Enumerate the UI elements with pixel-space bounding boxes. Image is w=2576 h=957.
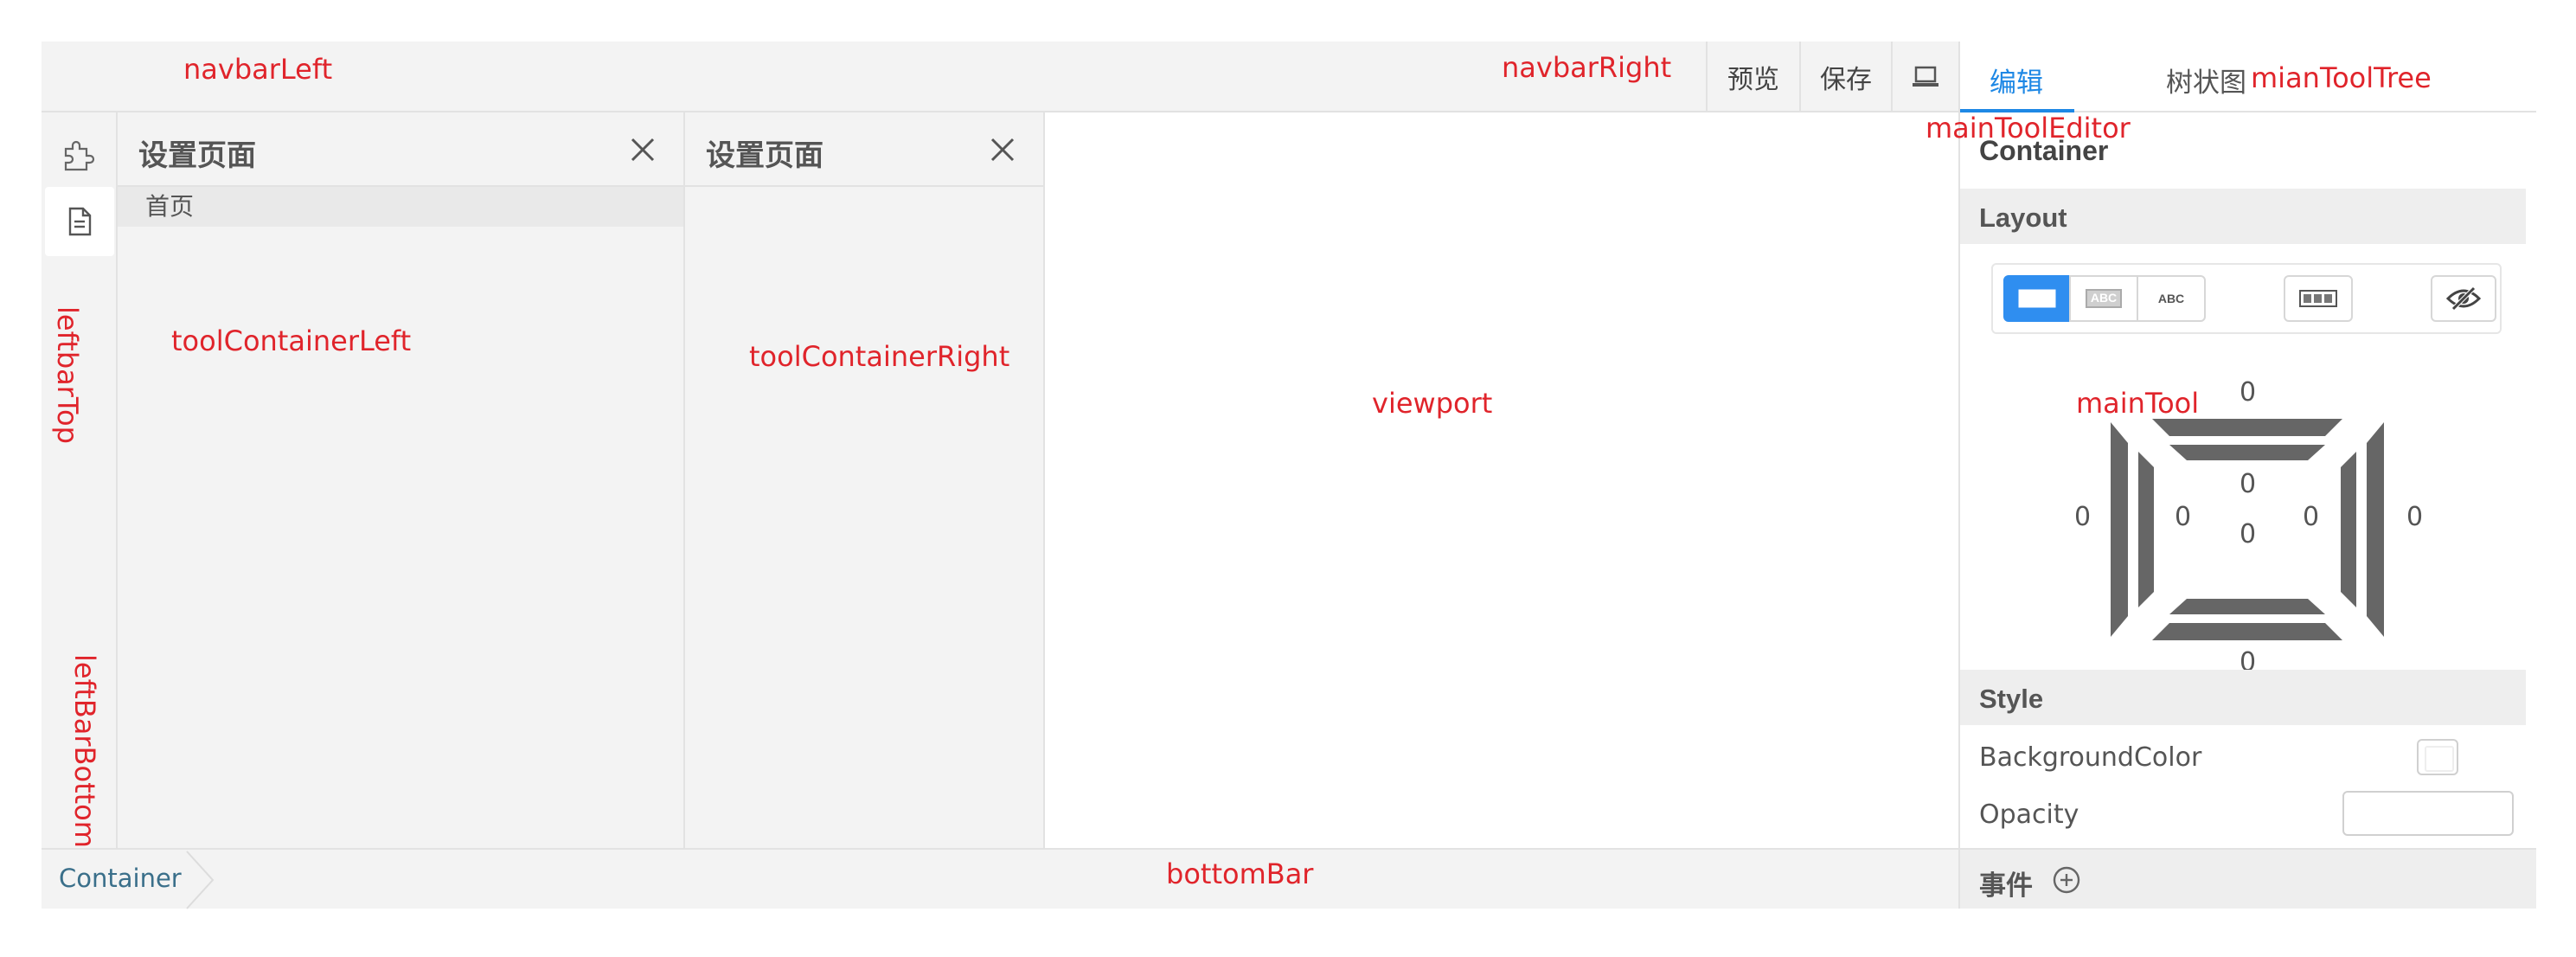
events-section-header: 事件 (1960, 848, 2536, 909)
editor-app: 预览 保存 设置页面 首页 设置页面 Container 编辑 树状图 Cont… (42, 42, 2536, 909)
background-color-picker[interactable] (2417, 739, 2458, 775)
style-section-label: Style (1979, 684, 2044, 714)
plugin-rail-button[interactable] (45, 118, 114, 187)
page-list-item[interactable]: 首页 (118, 187, 683, 227)
annotation-navbar-right: navbarRight (1502, 51, 1672, 84)
close-icon[interactable] (988, 135, 1017, 164)
annotation-leftbar-top: leftbarTop (51, 306, 84, 444)
annotation-leftbar-bottom: leftBarBottom (68, 654, 101, 848)
preview-button[interactable]: 预览 (1706, 42, 1799, 112)
padding-bottom-edge (2169, 599, 2325, 614)
events-label: 事件 (1979, 870, 2033, 902)
breadcrumb-separator-icon (186, 851, 215, 909)
annotation-main-tool-tree: mianToolTree (2251, 61, 2432, 94)
background-color-label: BackgroundColor (1979, 742, 2202, 773)
margin-top-input[interactable]: 0 (2240, 377, 2256, 408)
annotation-tool-container-left: toolContainerLeft (171, 324, 412, 357)
padding-bottom-input[interactable]: 0 (2240, 519, 2256, 549)
annotation-main-tool: mainTool (2076, 387, 2200, 420)
margin-right-edge (2367, 422, 2384, 637)
main-tool-panel: 编辑 树状图 Container Layout ABC ABC 0 0 0 0 … (1958, 42, 2536, 909)
margin-left-input[interactable]: 0 (2074, 502, 2091, 532)
annotation-tool-container-right: toolContainerRight (749, 340, 1010, 373)
add-event-icon[interactable] (2052, 865, 2081, 895)
padding-top-edge (2169, 445, 2325, 460)
padding-right-input[interactable]: 0 (2303, 502, 2319, 532)
padding-top-input[interactable]: 0 (2240, 469, 2256, 499)
margin-bottom-edge (2152, 623, 2342, 640)
bottom-bar: Container (42, 848, 1958, 909)
margin-right-input[interactable]: 0 (2406, 502, 2423, 532)
style-section-header: Style (1960, 670, 2526, 725)
padding-left-input[interactable]: 0 (2175, 502, 2191, 532)
margin-left-edge (2111, 422, 2128, 637)
annotation-main-tool-editor: mainToolEditor (1926, 112, 2131, 145)
tool-container-right: 设置页面 (685, 112, 1045, 848)
panel-title: 设置页面 (706, 138, 823, 173)
device-toggle-button[interactable] (1891, 42, 1958, 112)
plugin-icon (64, 140, 95, 171)
padding-right-edge (2341, 452, 2356, 607)
panel-header: 设置页面 (118, 112, 683, 187)
annotation-bottom-bar: bottomBar (1166, 857, 1314, 890)
panel-header: 设置页面 (685, 112, 1043, 187)
laptop-icon (1913, 66, 1938, 87)
close-icon[interactable] (628, 135, 657, 164)
panel-title: 设置页面 (138, 138, 256, 173)
viewport-canvas[interactable] (1045, 112, 1958, 848)
opacity-label: Opacity (1979, 800, 2079, 830)
margin-top-edge (2152, 419, 2342, 436)
annotation-viewport: viewport (1372, 387, 1493, 420)
tool-container-left: 设置页面 首页 (118, 112, 685, 848)
document-rail-button[interactable] (45, 187, 114, 256)
opacity-input[interactable] (2342, 791, 2514, 836)
breadcrumb-item[interactable]: Container (59, 864, 182, 893)
padding-left-edge (2138, 452, 2154, 607)
annotation-navbar-left: navbarLeft (183, 53, 333, 86)
save-button[interactable]: 保存 (1799, 42, 1891, 112)
document-icon (68, 207, 92, 236)
